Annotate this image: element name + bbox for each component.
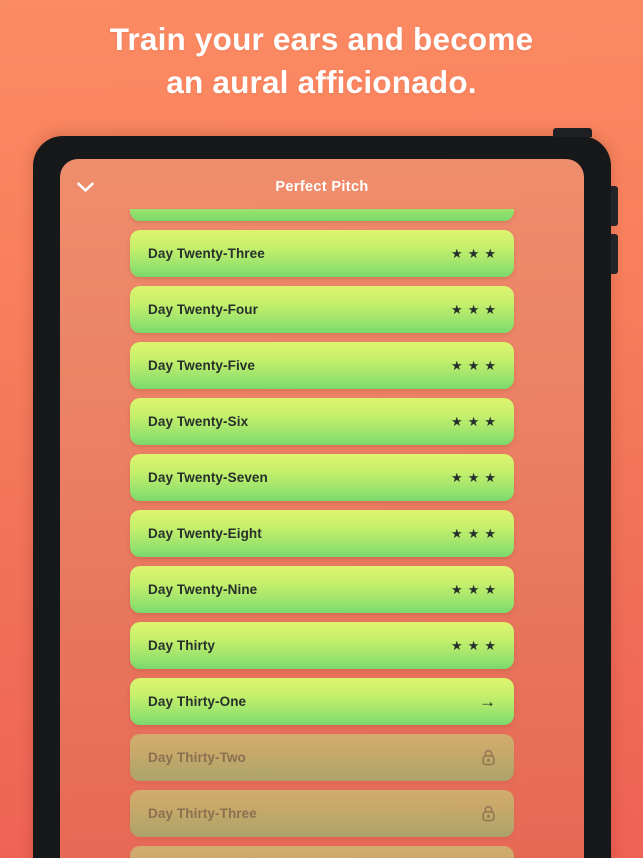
promo-headline: Train your ears and become an aural affi… (0, 18, 643, 104)
star-rating: ★ ★ ★ (451, 247, 496, 260)
star-icon: ★ (484, 582, 496, 597)
list-item-label: Day Twenty-Nine (148, 582, 258, 597)
star-icon: ★ (484, 302, 496, 317)
row-action (481, 805, 496, 822)
list-item-locked[interactable]: Day Thirty-Three (130, 790, 514, 837)
list-item[interactable]: Day Thirty ★ ★ ★ (130, 622, 514, 669)
app-header: Perfect Pitch (60, 159, 584, 215)
star-icon: ★ (451, 302, 463, 317)
star-rating: ★ ★ ★ (451, 527, 496, 540)
list-item-label: Day Twenty-Eight (148, 526, 262, 541)
star-icon: ★ (467, 246, 480, 261)
row-action: → (479, 693, 496, 710)
page-title: Perfect Pitch (275, 179, 369, 195)
star-icon: ★ (451, 526, 463, 541)
star-icon: ★ (467, 582, 480, 597)
list-item-label: Day Twenty-Three (148, 246, 265, 261)
arrow-right-icon: → (479, 692, 496, 711)
list-item-current[interactable]: Day Thirty-One → (130, 678, 514, 725)
power-button[interactable] (553, 128, 592, 137)
star-icon: ★ (484, 470, 496, 485)
row-action (481, 749, 496, 766)
star-rating: ★ ★ ★ (451, 303, 496, 316)
list-item-label: Day Twenty-Seven (148, 470, 268, 485)
star-icon: ★ (451, 638, 463, 653)
list-item-locked[interactable]: Day Thirty-Two (130, 734, 514, 781)
star-icon: ★ (467, 638, 480, 653)
chevron-down-icon[interactable] (68, 170, 102, 204)
list-item-label: Day Thirty-Three (148, 806, 257, 821)
star-icon: ★ (467, 470, 480, 485)
star-rating: ★ ★ ★ (451, 415, 496, 428)
list-item[interactable]: Day Twenty-Six ★ ★ ★ (130, 398, 514, 445)
star-rating: ★ ★ ★ (451, 471, 496, 484)
lock-icon (482, 749, 495, 766)
list-item[interactable]: Day Twenty-Three ★ ★ ★ (130, 230, 514, 277)
star-rating: ★ ★ ★ (451, 359, 496, 372)
star-icon: ★ (451, 358, 463, 373)
device-mockup: Perfect Pitch Day Twenty-Three ★ ★ ★ Day… (33, 128, 618, 858)
list-item-label: Day Thirty-Two (148, 750, 246, 765)
star-icon: ★ (467, 414, 480, 429)
list-item[interactable]: Day Twenty-Eight ★ ★ ★ (130, 510, 514, 557)
star-icon: ★ (467, 302, 480, 317)
list-item[interactable]: Day Twenty-Five ★ ★ ★ (130, 342, 514, 389)
star-icon: ★ (467, 358, 480, 373)
volume-up-button[interactable] (611, 186, 618, 226)
list-item[interactable]: Day Twenty-Four ★ ★ ★ (130, 286, 514, 333)
list-item[interactable]: Day Twenty-Nine ★ ★ ★ (130, 566, 514, 613)
star-icon: ★ (484, 358, 496, 373)
device-screen: Perfect Pitch Day Twenty-Three ★ ★ ★ Day… (60, 159, 584, 858)
lesson-list[interactable]: Day Twenty-Three ★ ★ ★ Day Twenty-Four ★… (60, 209, 584, 858)
star-rating: ★ ★ ★ (451, 583, 496, 596)
star-icon: ★ (451, 246, 463, 261)
star-icon: ★ (451, 470, 463, 485)
promo-line-1: Train your ears and become (109, 21, 534, 57)
lock-icon (482, 805, 495, 822)
list-item-label: Day Twenty-Six (148, 414, 249, 429)
star-rating: ★ ★ ★ (451, 639, 496, 652)
star-icon: ★ (484, 414, 496, 429)
star-icon: ★ (467, 526, 480, 541)
volume-down-button[interactable] (611, 234, 618, 274)
star-icon: ★ (484, 638, 496, 653)
list-item-label: Day Thirty-One (148, 694, 247, 709)
list-item-clipped-top[interactable] (130, 209, 514, 221)
list-item-label: Day Twenty-Four (148, 302, 259, 317)
list-item-label: Day Thirty (148, 638, 216, 653)
list-item-clipped-bottom[interactable] (130, 846, 514, 858)
star-icon: ★ (484, 246, 496, 261)
star-icon: ★ (451, 414, 463, 429)
list-item[interactable]: Day Twenty-Seven ★ ★ ★ (130, 454, 514, 501)
star-icon: ★ (451, 582, 463, 597)
list-item-label: Day Twenty-Five (148, 358, 256, 373)
star-icon: ★ (484, 526, 496, 541)
promo-line-2: an aural afficionado. (166, 63, 477, 100)
